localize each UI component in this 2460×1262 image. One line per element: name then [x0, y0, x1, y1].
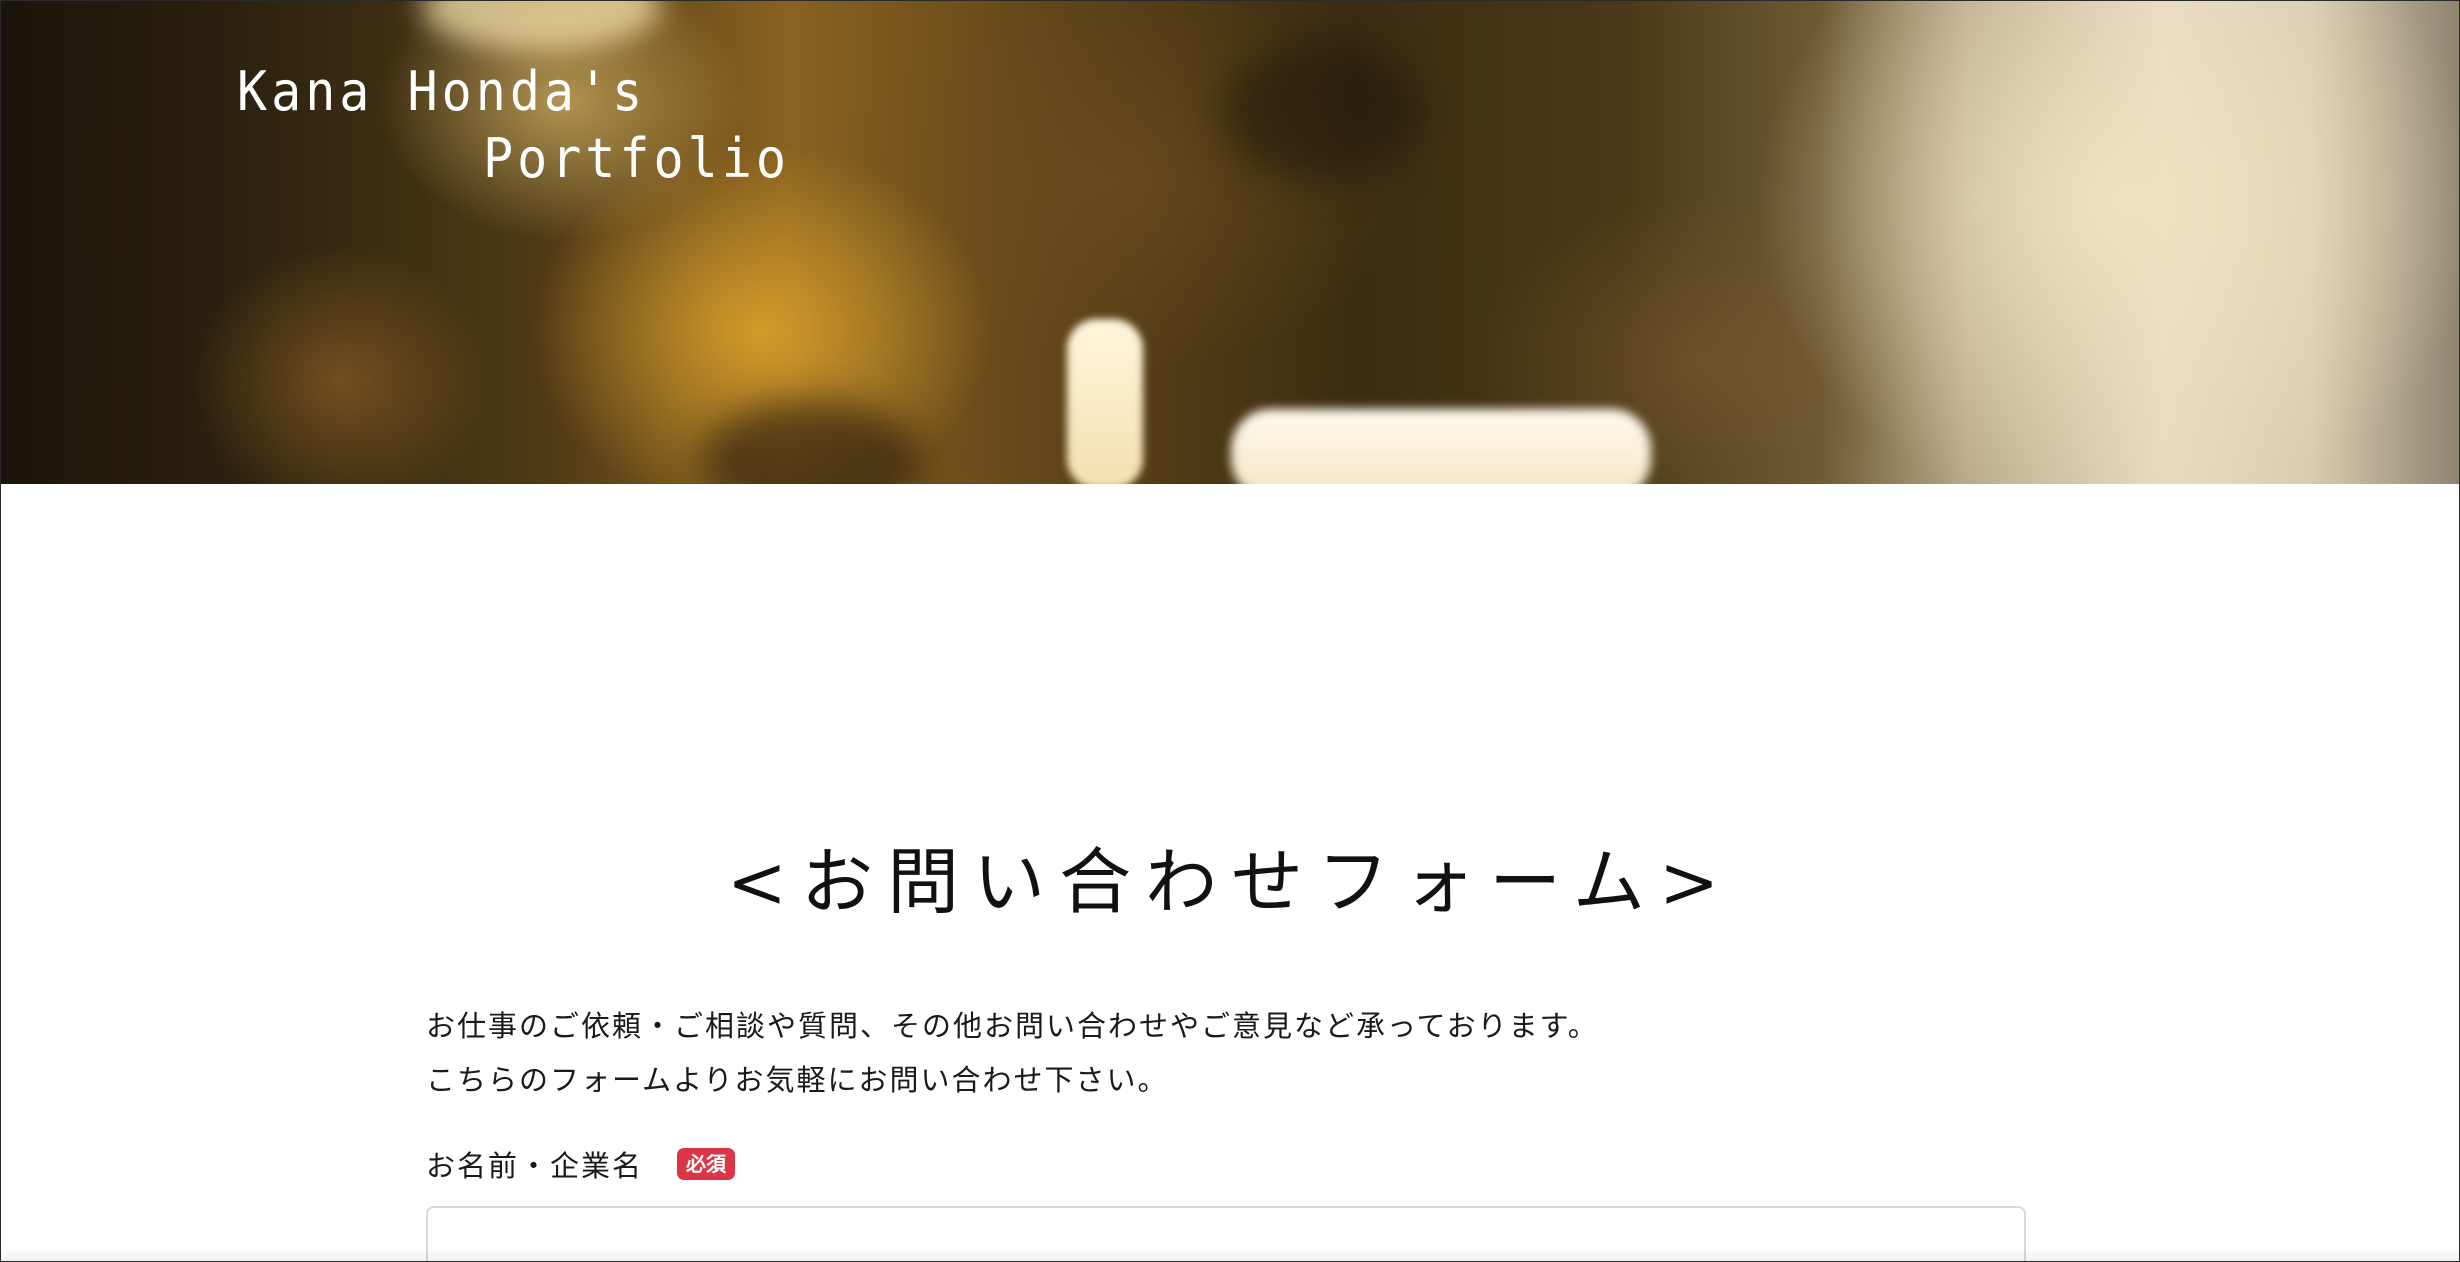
bokeh-shadow — [1221, 41, 1421, 181]
required-badge: 必須 — [677, 1148, 736, 1180]
intro-line: こちらのフォームよりお気軽にお問い合わせ下さい。 — [426, 1063, 1169, 1097]
hero-header-image: Kana Honda's Portfolio — [1, 1, 2459, 484]
site-logo[interactable]: Kana Honda's Portfolio — [237, 58, 790, 192]
contact-form-title: <お問い合わせフォーム> — [726, 840, 1734, 924]
page: Kana Honda's Portfolio <お問い合わせフォーム> お仕事の… — [0, 0, 2460, 1262]
candle-shape — [1067, 319, 1143, 484]
glass-shape — [1231, 409, 1651, 484]
contact-intro: お仕事のご依頼・ご相談や質問、その他お問い合わせやご意見など承っております。 こ… — [426, 999, 1599, 1107]
bokeh-light — [421, 1, 661, 51]
bokeh-shadow — [701, 401, 921, 484]
intro-line: お仕事のご依頼・ご相談や質問、その他お問い合わせやご意見など承っております。 — [426, 1009, 1599, 1043]
viewport-bottom-edge — [1, 1247, 2459, 1261]
name-field-label-row: お名前・企業名 必須 — [426, 1141, 736, 1187]
logo-line-1: Kana Honda's — [237, 60, 647, 123]
logo-line-2: Portfolio — [483, 127, 790, 190]
name-field-label: お名前・企業名 — [426, 1149, 644, 1183]
